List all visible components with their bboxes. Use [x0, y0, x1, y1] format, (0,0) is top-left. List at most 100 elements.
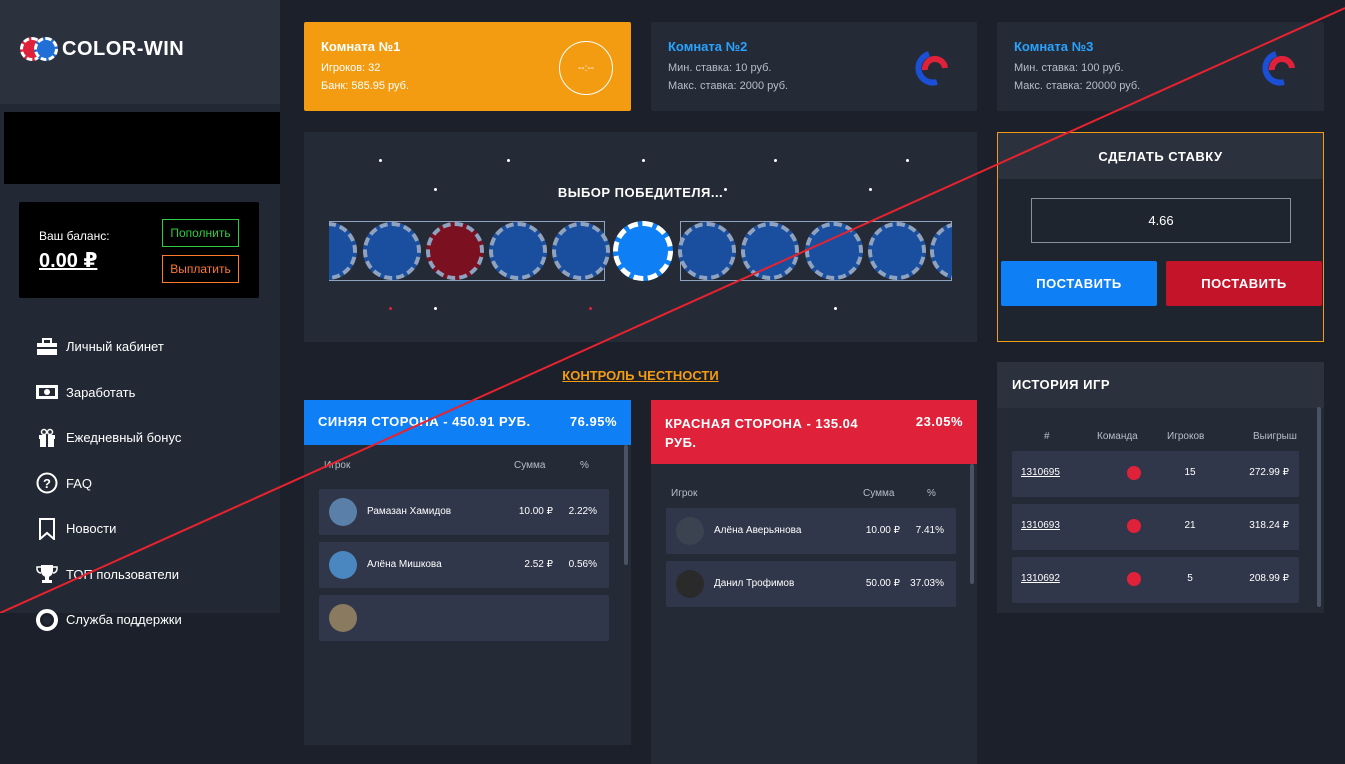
history-win: 272.99 ₽: [1249, 467, 1289, 478]
redacted-block: [4, 112, 289, 184]
gift-icon: [34, 427, 60, 449]
bookmark-icon: [34, 517, 60, 540]
confetti-dot: [834, 307, 837, 310]
avatar: [676, 517, 704, 545]
room-card-1[interactable]: Комната №1 Игроков: 32 Банк: 585.95 руб.…: [304, 22, 631, 111]
avatar: [329, 551, 357, 579]
confetti-dot: [906, 159, 909, 162]
player-pct: 2.22%: [568, 506, 597, 517]
scrollbar[interactable]: [1317, 407, 1321, 607]
player-name: Алёна Мишкова: [367, 559, 442, 570]
game-id-link[interactable]: 1310693: [1021, 520, 1060, 531]
history-panel: ИСТОРИЯ ИГР # Команда Игроков Выигрыш 13…: [997, 362, 1324, 613]
room-title: Комната №1: [321, 39, 401, 54]
chip-blue: [489, 222, 547, 280]
col-id: #: [1044, 431, 1050, 442]
confetti-dot: [589, 307, 592, 310]
bet-title: СДЕЛАТЬ СТАВКУ: [998, 133, 1323, 179]
nav-item-top[interactable]: ТОП пользователи: [34, 552, 182, 598]
chip-blue: [552, 222, 610, 280]
honesty-link[interactable]: КОНТРОЛЬ ЧЕСТНОСТИ: [304, 368, 977, 383]
confetti-dot: [507, 159, 510, 162]
confetti-dot: [434, 307, 437, 310]
chip-red: [426, 222, 484, 280]
winner-chip: [613, 221, 673, 281]
nav-label: Личный кабинет: [66, 339, 164, 355]
player-sum: 10.00 ₽: [518, 506, 553, 517]
scrollbar[interactable]: [624, 445, 628, 565]
sidebar-nav: Личный кабинет Заработать Ежедневный бон…: [34, 324, 182, 643]
logo[interactable]: COLOR-WIN: [20, 36, 184, 62]
nav-label: FAQ: [66, 475, 93, 491]
room-bank: Банк: 585.95 руб.: [321, 80, 410, 92]
nav-label: Ежедневный бонус: [66, 430, 182, 446]
nav-item-bonus[interactable]: Ежедневный бонус: [34, 415, 182, 461]
withdraw-button[interactable]: Выплатить: [162, 255, 239, 283]
col-sum: Сумма: [863, 488, 895, 499]
room-logo-icon: [915, 51, 948, 86]
room-logo-icon: [1262, 51, 1295, 86]
avatar: [329, 604, 357, 632]
side-percent: 23.05%: [915, 414, 963, 429]
chip-blue: [363, 222, 421, 280]
history-win: 318.24 ₽: [1249, 520, 1289, 531]
confetti-dot: [379, 159, 382, 162]
balance-value: 0.00 ₽: [39, 250, 98, 272]
nav-item-news[interactable]: Новости: [34, 506, 182, 552]
avatar: [329, 498, 357, 526]
nav-item-faq[interactable]: ? FAQ: [34, 461, 182, 507]
room-card-2[interactable]: Комната №2 Мин. ставка: 10 руб. Макс. ст…: [651, 22, 977, 111]
team-indicator: [1127, 466, 1141, 480]
game-id-link[interactable]: 1310692: [1021, 573, 1060, 584]
col-player: Игрок: [671, 488, 698, 499]
bet-blue-button[interactable]: ПОСТАВИТЬ: [1001, 261, 1157, 306]
red-side-body: Игрок Сумма % Алёна Аверьянова 10.00 ₽ 7…: [651, 464, 977, 764]
lifebuoy-icon: [34, 608, 60, 631]
player-sum: 50.00 ₽: [865, 578, 900, 589]
room-timer: --:--: [559, 41, 613, 95]
nav-item-support[interactable]: Служба поддержки: [34, 597, 182, 643]
topup-button[interactable]: Пополнить: [162, 219, 239, 247]
logo-text: COLOR-WIN: [62, 37, 185, 60]
chip-blue: [741, 222, 799, 280]
money-icon: [34, 381, 60, 403]
player-name: Данил Трофимов: [714, 578, 795, 589]
nav-label: ТОП пользователи: [66, 566, 179, 582]
player-name: Рамазан Хамидов: [367, 506, 452, 517]
team-indicator: [1127, 572, 1141, 586]
player-row: Данил Трофимов 50.00 ₽ 37.03%: [666, 561, 956, 607]
blue-side-body: Игрок Сумма % Рамазан Хамидов 10.00 ₽ 2.…: [304, 445, 631, 745]
scrollbar[interactable]: [970, 464, 974, 584]
col-player: Игрок: [324, 460, 351, 471]
avatar: [676, 570, 704, 598]
game-status: ВЫБОР ПОБЕДИТЕЛЯ...: [557, 185, 724, 200]
col-players: Игроков: [1167, 431, 1205, 442]
game-id-link[interactable]: 1310695: [1021, 467, 1060, 478]
side-title: КРАСНАЯ СТОРОНА - 135.04 РУБ.: [665, 416, 859, 450]
nav-label: Заработать: [66, 384, 136, 400]
chip-blue: [805, 222, 863, 280]
balance-label: Ваш баланс:: [39, 229, 110, 243]
bet-red-button[interactable]: ПОСТАВИТЬ: [1166, 261, 1322, 306]
chip-blue: [868, 222, 926, 280]
room-max-bet: Макс. ставка: 2000 руб.: [668, 80, 789, 92]
player-pct: 0.56%: [568, 559, 597, 570]
nav-item-cabinet[interactable]: Личный кабинет: [34, 324, 182, 370]
history-win: 208.99 ₽: [1249, 573, 1289, 584]
room-title: Комната №3: [1014, 39, 1094, 54]
history-title: ИСТОРИЯ ИГР: [997, 362, 1324, 408]
nav-item-earn[interactable]: Заработать: [34, 370, 182, 416]
player-row: Алёна Мишкова 2.52 ₽ 0.56%: [319, 542, 609, 588]
room-card-3[interactable]: Комната №3 Мин. ставка: 100 руб. Макс. с…: [997, 22, 1324, 111]
game-roulette: ВЫБОР ПОБЕДИТЕЛЯ...: [304, 132, 977, 342]
balance-panel: Ваш баланс: 0.00 ₽ Пополнить Выплатить: [19, 202, 259, 298]
bet-amount-input[interactable]: [1031, 198, 1291, 243]
briefcase-icon: [34, 336, 60, 358]
player-pct: 7.41%: [915, 525, 944, 536]
col-pct: %: [927, 488, 936, 499]
logo-bar: COLOR-WIN: [0, 0, 280, 104]
blue-side-panel: СИНЯЯ СТОРОНА - 450.91 РУБ. 76.95% Игрок…: [304, 400, 631, 745]
col-sum: Сумма: [514, 460, 546, 471]
blue-side-header: СИНЯЯ СТОРОНА - 450.91 РУБ. 76.95%: [304, 400, 631, 445]
history-players: 5: [1187, 573, 1193, 584]
